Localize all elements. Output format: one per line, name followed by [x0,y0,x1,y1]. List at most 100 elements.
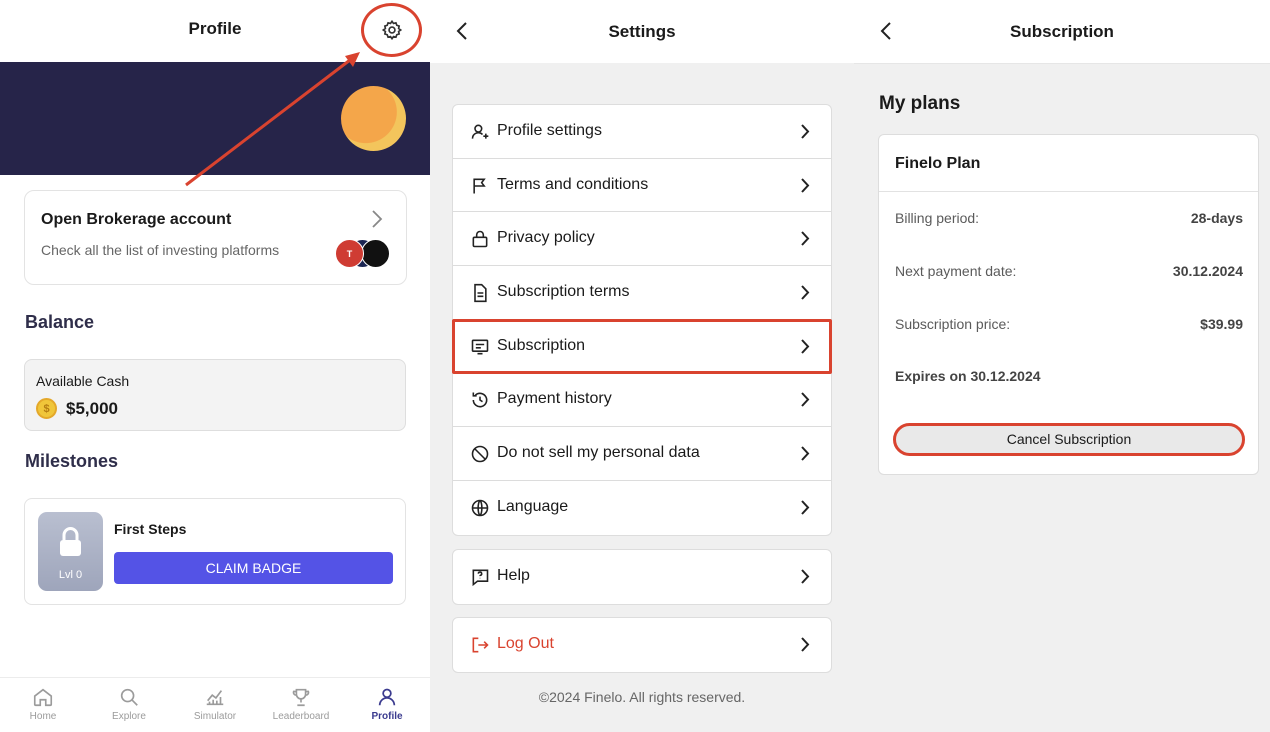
milestone-card: Lvl 0 First Steps CLAIM BADGE [24,498,406,605]
history-icon [472,392,488,408]
menu-label: Profile settings [497,122,602,139]
chevron-right-icon [801,500,810,515]
chevron-right-icon [801,392,810,408]
tab-simulator[interactable]: Simulator [172,686,258,722]
balance-heading: Balance [25,312,95,332]
cash-label: Available Cash [36,373,130,389]
brokerage-subtitle: Check all the list of investing platform… [41,242,280,258]
home-icon [33,688,53,707]
tab-home[interactable]: Home [0,686,86,722]
settings-screen: Settings Profile settings Terms and cond… [430,0,854,732]
chevron-right-icon [801,178,810,193]
tab-profile[interactable]: Profile [344,686,430,722]
subscription-header: Subscription [854,0,1270,64]
menu-label: Do not sell my personal data [497,444,700,462]
subscription-screen: Subscription My plans Finelo Plan Billin… [854,0,1270,732]
badge-level: Lvl 0 [58,569,83,581]
cash-value: $5,000 [66,399,118,418]
menu-item-subscription[interactable]: Subscription [453,320,831,374]
claim-badge-button[interactable]: CLAIM BADGE [114,552,393,584]
menu-item-do-not-sell[interactable]: Do not sell my personal data [453,427,831,481]
chevron-right-icon [801,339,810,354]
next-payment-label: Next payment date: [895,263,1017,279]
chevron-right-icon [801,637,810,652]
badge: Lvl 0 [38,512,103,591]
logout-group: Log Out [452,617,832,673]
tesla-logo: T [335,239,364,268]
tab-bar: Home Explore Simulator Leaderboard Profi… [0,677,430,732]
page-title: Settings [608,22,676,41]
globe-icon [471,499,489,517]
next-payment-value: 30.12.2024 [1172,263,1243,279]
menu-label: Subscription [497,336,586,354]
billing-period-label: Billing period: [895,210,980,226]
settings-menu: Profile settings Terms and conditions Pr… [452,104,832,536]
menu-label: Language [497,497,569,515]
subscription-icon [471,339,489,355]
settings-header: Settings [430,0,854,63]
profile-header: Profile [0,0,430,62]
lock-icon [60,527,81,556]
menu-label: Help [497,567,530,584]
brokerage-card[interactable]: Open Brokerage account Check all the lis… [24,190,407,285]
menu-label: Subscription terms [497,283,630,301]
brokerage-title: Open Brokerage account [41,211,232,228]
chart-icon [206,690,224,706]
menu-label: Log Out [497,635,554,652]
plans-heading: My plans [879,93,961,114]
cash-card: Available Cash $ $5,000 [24,359,406,431]
chevron-right-icon [801,446,810,461]
plan-name: Finelo Plan [895,155,981,172]
tab-label: Home [29,711,57,722]
tab-label: Explore [112,711,146,722]
help-chat-icon [472,569,489,587]
expiry-text: Expires on 30.12.2024 [895,368,1041,384]
cancel-subscription-button[interactable]: Cancel Subscription [893,423,1245,456]
page-title: Subscription [1010,22,1114,41]
chevron-right-icon [372,210,383,228]
search-icon [120,688,138,706]
menu-item-subscription-terms[interactable]: Subscription terms [453,266,831,320]
trophy-icon [292,688,310,707]
menu-item-terms[interactable]: Terms and conditions [453,159,831,213]
flag-icon [473,178,486,194]
chevron-right-icon [801,231,810,247]
logout-icon [472,637,489,653]
billing-period-value: 28-days [1190,210,1243,226]
menu-item-language[interactable]: Language [453,481,831,535]
partner-logo [361,239,390,268]
menu-item-logout[interactable]: Log Out [453,618,831,672]
help-group: Help [452,549,832,605]
milestone-title: First Steps [114,521,187,537]
menu-label: Privacy policy [497,229,595,247]
chevron-right-icon [801,285,810,300]
tab-label: Simulator [193,711,237,722]
menu-label: Terms and conditions [497,175,649,193]
milestones-heading: Milestones [25,451,119,471]
copyright-text: ©2024 Finelo. All rights reserved. [538,689,746,705]
price-label: Subscription price: [895,316,1011,332]
annotation-circle [361,3,422,57]
menu-label: Payment history [497,390,612,408]
coin-icon: $ [36,398,57,419]
price-value: $39.99 [1200,316,1243,332]
tab-label: Leaderboard [272,711,330,722]
user-gear-icon [471,124,489,139]
tab-explore[interactable]: Explore [86,686,172,722]
menu-item-payment-history[interactable]: Payment history [453,373,831,428]
tab-label: Profile [371,711,403,722]
user-icon [378,688,396,706]
block-icon [471,445,489,463]
profile-screen: Profile Open Brokerage account Check all… [0,0,430,732]
tab-leaderboard[interactable]: Leaderboard [258,686,344,722]
chevron-right-icon [801,124,810,139]
divider [879,191,1258,192]
menu-item-help[interactable]: Help [453,550,831,604]
chevron-right-icon [801,569,810,584]
menu-item-privacy[interactable]: Privacy policy [453,212,831,267]
lock-icon [472,231,488,248]
menu-item-profile-settings[interactable]: Profile settings [453,105,831,159]
avatar[interactable] [341,86,406,151]
document-icon [474,283,487,303]
plan-card: Finelo Plan Billing period: 28-days Next… [878,134,1259,475]
